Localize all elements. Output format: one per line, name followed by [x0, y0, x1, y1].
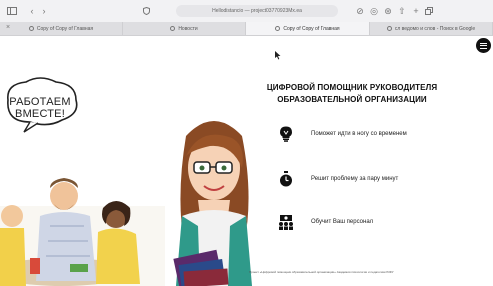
- hamburger-menu-button[interactable]: [476, 38, 491, 53]
- lightbulb-icon: [278, 126, 294, 142]
- tab-label: сл ведомо и слов - Поиск в Google: [394, 25, 476, 32]
- page-title: ЦИФРОВОЙ ПОМОЩНИК РУКОВОДИТЕЛЯ ОБРАЗОВАТ…: [262, 82, 442, 106]
- menu-line: [480, 45, 487, 46]
- feature-item-keep-up: Поможет идти в ногу со временем: [278, 124, 407, 144]
- feature-item-solve-fast: Решит проблему за пару минут: [278, 169, 398, 189]
- mouse-cursor-icon: [275, 51, 281, 62]
- feature-label: Поможет идти в ногу со временем: [311, 131, 407, 137]
- tab-copy-main-1[interactable]: × Copy of Copy of Главная: [0, 22, 123, 35]
- tab-label: Copy of Copy of Главная: [36, 25, 94, 32]
- feature-label: Решит проблему за пару минут: [311, 176, 399, 182]
- globe-icon: [275, 26, 281, 31]
- stopwatch-icon: [278, 171, 294, 187]
- forward-icon[interactable]: ›: [38, 5, 50, 17]
- title-line-1: ЦИФРОВОЙ ПОМОЩНИК РУКОВОДИТЕЛЯ: [266, 83, 438, 92]
- google-icon: [386, 26, 392, 31]
- extension-icon[interactable]: ◎: [368, 5, 380, 17]
- tab-copy-main-2[interactable]: Copy of Copy of Главная: [246, 22, 370, 35]
- address-bar[interactable]: Hellodistancio — project03770923Mx.ea: [176, 5, 338, 17]
- feature-label: Обучит Ваш персонал: [311, 219, 374, 225]
- tab-label: Copy of Copy of Главная: [283, 25, 340, 32]
- browser-toolbar: ‹ › Hellodistancio — project03770923Mx.e…: [0, 0, 493, 22]
- globe-icon: [170, 26, 176, 31]
- sidebar-icon[interactable]: [6, 5, 18, 17]
- tab-bar: × Copy of Copy of Главная Новости Copy o…: [0, 22, 493, 36]
- feature-item-train-staff: Обучит Ваш персонал: [278, 212, 373, 232]
- bubble-text: РАБОТАЕМ ВМЕСТЕ!: [9, 96, 71, 120]
- close-tab-icon[interactable]: ×: [6, 24, 10, 31]
- page-content: РАБОТАЕМ ВМЕСТЕ! ЦИФРОВОЙ ПОМОЩНИК РУКОВ…: [0, 36, 493, 286]
- tabs-overview-icon[interactable]: [423, 5, 435, 17]
- new-tab-icon[interactable]: +: [410, 5, 422, 17]
- settings-icon[interactable]: ⊛: [382, 5, 394, 17]
- tab-label: Новости: [178, 25, 198, 32]
- people-icon: [278, 214, 294, 230]
- title-line-2: ОБРАЗОВАТЕЛЬНОЙ ОРГАНИЗАЦИИ: [277, 95, 427, 104]
- back-icon[interactable]: ‹: [26, 5, 38, 17]
- shield-icon[interactable]: [140, 5, 152, 17]
- globe-icon: [28, 26, 34, 31]
- menu-line: [480, 47, 487, 49]
- tab-news[interactable]: Новости: [123, 22, 246, 35]
- menu-line: [480, 42, 487, 44]
- footer-note: Проект «Цифровой помощник образовательно…: [249, 270, 394, 274]
- share-icon[interactable]: ⇧: [396, 5, 408, 17]
- download-icon[interactable]: ⊘: [354, 5, 366, 17]
- tab-google-search[interactable]: сл ведомо и слов - Поиск в Google: [370, 22, 493, 35]
